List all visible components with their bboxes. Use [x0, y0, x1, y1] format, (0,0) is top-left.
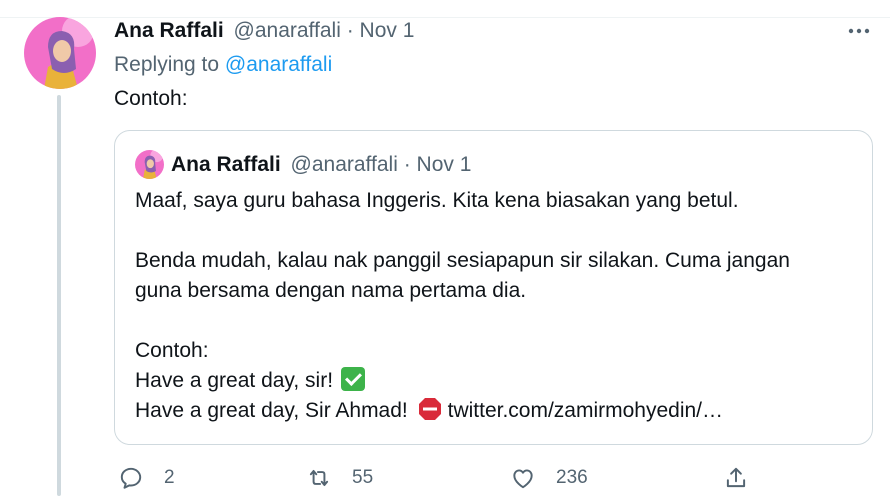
quoted-line: Contoh:: [135, 339, 209, 362]
quoted-avatar[interactable]: [135, 150, 164, 179]
quoted-date: Nov 1: [416, 153, 472, 176]
retweet-icon: [309, 469, 329, 487]
more-horizontal-icon: [848, 28, 870, 34]
replying-to: Replying to @anaraffali: [114, 53, 332, 77]
tweet-header: Ana Raffali @anaraffali · Nov 1: [114, 19, 414, 43]
quoted-separator: ·: [397, 153, 417, 176]
tweet-date[interactable]: Nov 1: [360, 19, 415, 42]
quoted-line-check: Have a great day, sir!: [135, 366, 855, 396]
quoted-line: Have a great day, Sir Ahmad!: [135, 399, 408, 422]
tweet-card[interactable]: Ana Raffali @anaraffali · Nov 1 Replying…: [0, 0, 890, 496]
separator: ·: [340, 19, 360, 42]
action-bar: 2 55 236: [114, 462, 754, 494]
share-button[interactable]: [723, 462, 749, 494]
more-icon[interactable]: [842, 18, 876, 44]
author-name[interactable]: Ana Raffali: [114, 19, 224, 42]
quoted-link[interactable]: twitter.com/zamirmohyedin/…: [448, 399, 723, 422]
replying-handle-link[interactable]: @anaraffali: [225, 53, 332, 76]
like-button[interactable]: 236: [510, 462, 588, 494]
quoted-line: guna bersama dengan nama pertama dia.: [135, 279, 527, 302]
check-mark-icon: [340, 367, 365, 391]
author-handle[interactable]: @anaraffali: [234, 19, 341, 42]
heart-icon: [513, 469, 533, 489]
reply-icon: [120, 467, 142, 489]
reply-button[interactable]: 2: [118, 462, 175, 494]
avatar[interactable]: [24, 17, 96, 89]
quoted-author-handle: @anaraffali: [290, 153, 398, 176]
share-icon: [726, 467, 746, 488]
like-count: 236: [556, 467, 588, 488]
stop-sign-icon: [418, 398, 441, 420]
retweet-button[interactable]: 55: [306, 462, 373, 494]
quoted-author-name: Ana Raffali: [171, 153, 281, 176]
tweet-text: Contoh:: [114, 87, 188, 110]
quoted-header: Ana Raffali @anaraffali · Nov 1: [171, 153, 471, 177]
quoted-line: Maaf, saya guru bahasa Inggeris. Kita ke…: [135, 189, 739, 212]
quoted-text: Maaf, saya guru bahasa Inggeris. Kita ke…: [135, 186, 855, 426]
quoted-line-stop: Have a great day, Sir Ahmad! twitter.com…: [135, 396, 855, 426]
quoted-tweet[interactable]: Ana Raffali @anaraffali · Nov 1 Maaf, sa…: [114, 130, 873, 445]
quoted-line: Have a great day, sir!: [135, 369, 334, 392]
thread-line: [57, 95, 61, 496]
retweet-count: 55: [352, 467, 374, 488]
divider: [0, 17, 890, 18]
quoted-line: Benda mudah, kalau nak panggil sesiapapu…: [135, 249, 790, 272]
reply-count: 2: [164, 467, 175, 488]
replying-label: Replying to: [114, 53, 225, 76]
